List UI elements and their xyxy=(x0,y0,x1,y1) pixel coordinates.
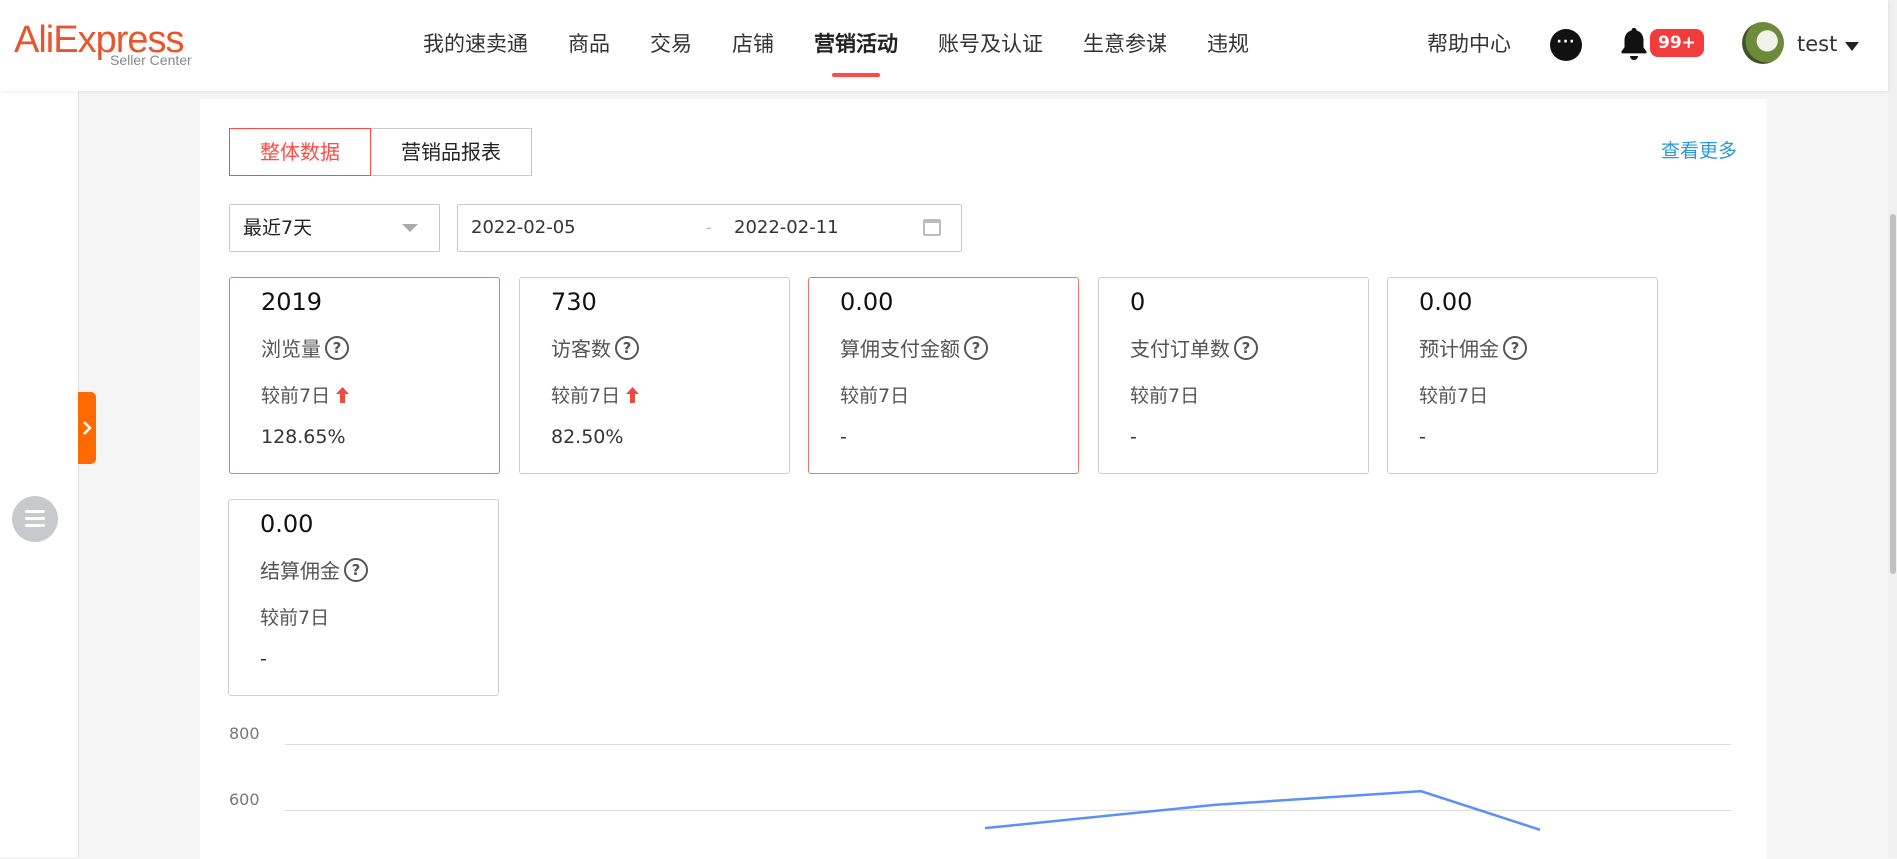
metric-value: 730 xyxy=(551,288,597,316)
page-scrollbar[interactable] xyxy=(1888,0,1897,857)
username[interactable]: test xyxy=(1797,0,1837,88)
metric-card-paid-orders[interactable]: 0 支付订单数? 较前7日 - xyxy=(1098,277,1369,474)
menu-icon[interactable] xyxy=(12,496,58,542)
help-icon[interactable]: ? xyxy=(344,558,368,582)
metric-label: 浏览量? xyxy=(261,333,349,362)
metric-change: 128.65% xyxy=(261,426,346,448)
nav-item-violations[interactable]: 违规 xyxy=(1207,0,1249,91)
metric-change: 82.50% xyxy=(551,426,623,448)
help-icon[interactable]: ? xyxy=(964,336,988,360)
chevron-down-icon xyxy=(402,224,418,232)
metric-change: - xyxy=(260,648,267,670)
top-header: AliExpress Seller Center 我的速卖通 商品 交易 店铺 … xyxy=(0,0,1888,91)
metric-label: 结算佣金? xyxy=(260,555,368,584)
help-icon[interactable]: ? xyxy=(325,336,349,360)
nav-item-business-advisor[interactable]: 生意参谋 xyxy=(1083,0,1167,91)
arrow-up-icon xyxy=(336,387,349,403)
metric-change: - xyxy=(1419,426,1426,448)
notification-badge: 99+ xyxy=(1650,29,1704,57)
metric-value: 0.00 xyxy=(1419,288,1472,316)
period-select-value: 最近7天 xyxy=(243,205,312,251)
main-nav: 我的速卖通 商品 交易 店铺 营销活动 账号及认证 生意参谋 违规 xyxy=(423,0,1289,91)
metric-compare: 较前7日 xyxy=(1130,381,1199,408)
help-icon[interactable]: ? xyxy=(1234,336,1258,360)
trend-chart: 800 600 xyxy=(229,724,1739,857)
chart-plot xyxy=(229,724,1739,857)
logo-subtitle: Seller Center xyxy=(110,52,192,68)
nav-item-my-aliexpress[interactable]: 我的速卖通 xyxy=(423,0,528,91)
nav-item-orders[interactable]: 交易 xyxy=(650,0,692,91)
calendar-icon[interactable] xyxy=(923,219,941,236)
metric-change: - xyxy=(840,426,847,448)
metric-card-settled-commission[interactable]: 0.00 结算佣金? 较前7日 - xyxy=(228,499,499,696)
date-separator: - xyxy=(706,205,712,251)
nav-item-products[interactable]: 商品 xyxy=(568,0,610,91)
end-date[interactable]: 2022-02-11 xyxy=(734,205,839,251)
metric-label: 预计佣金? xyxy=(1419,333,1527,362)
chevron-right-icon xyxy=(81,420,93,436)
date-range-picker[interactable]: 2022-02-05 - 2022-02-11 xyxy=(457,204,962,252)
chevron-down-icon[interactable] xyxy=(1845,42,1859,51)
help-center-link[interactable]: 帮助中心 xyxy=(1427,0,1511,88)
metric-change: - xyxy=(1130,426,1137,448)
view-more-link[interactable]: 查看更多 xyxy=(1661,136,1737,163)
metric-compare: 较前7日 xyxy=(260,603,329,630)
metric-label: 算佣支付金额? xyxy=(840,333,988,362)
metric-label: 支付订单数? xyxy=(1130,333,1258,362)
chat-icon[interactable]: ··· xyxy=(1550,29,1582,61)
aliexpress-logo[interactable]: AliExpress Seller Center xyxy=(14,18,204,70)
metric-compare: 较前7日 xyxy=(840,381,909,408)
metric-compare: 较前7日 xyxy=(551,381,639,408)
metric-compare: 较前7日 xyxy=(1419,381,1488,408)
period-select[interactable]: 最近7天 xyxy=(229,204,440,252)
metric-card-page-views[interactable]: 2019 浏览量? 较前7日 128.65% xyxy=(229,277,500,474)
tab-overall-data[interactable]: 整体数据 xyxy=(229,128,371,176)
start-date[interactable]: 2022-02-05 xyxy=(471,205,576,251)
nav-item-marketing[interactable]: 营销活动 xyxy=(814,0,898,91)
sidebar-expand-button[interactable] xyxy=(78,392,96,464)
scrollbar-thumb[interactable] xyxy=(1890,214,1896,574)
left-rail xyxy=(0,91,79,857)
avatar[interactable] xyxy=(1742,22,1784,64)
help-icon[interactable]: ? xyxy=(615,336,639,360)
metric-compare: 较前7日 xyxy=(261,381,349,408)
tab-marketing-report[interactable]: 营销品报表 xyxy=(371,128,532,176)
metric-card-visitors[interactable]: 730 访客数? 较前7日 82.50% xyxy=(519,277,790,474)
metric-card-commission-payment[interactable]: 0.00 算佣支付金额? 较前7日 - xyxy=(808,277,1079,474)
metric-label: 访客数? xyxy=(551,333,639,362)
metric-value: 0.00 xyxy=(260,510,313,538)
nav-item-account[interactable]: 账号及认证 xyxy=(938,0,1043,91)
nav-item-store[interactable]: 店铺 xyxy=(732,0,774,91)
metric-value: 2019 xyxy=(261,288,322,316)
metric-value: 0 xyxy=(1130,288,1145,316)
series-line xyxy=(985,791,1540,830)
help-icon[interactable]: ? xyxy=(1503,336,1527,360)
metric-card-estimated-commission[interactable]: 0.00 预计佣金? 较前7日 - xyxy=(1387,277,1658,474)
data-tabs: 整体数据 营销品报表 xyxy=(229,128,532,176)
arrow-up-icon xyxy=(626,387,639,403)
bell-icon[interactable] xyxy=(1619,26,1649,62)
metric-value: 0.00 xyxy=(840,288,893,316)
